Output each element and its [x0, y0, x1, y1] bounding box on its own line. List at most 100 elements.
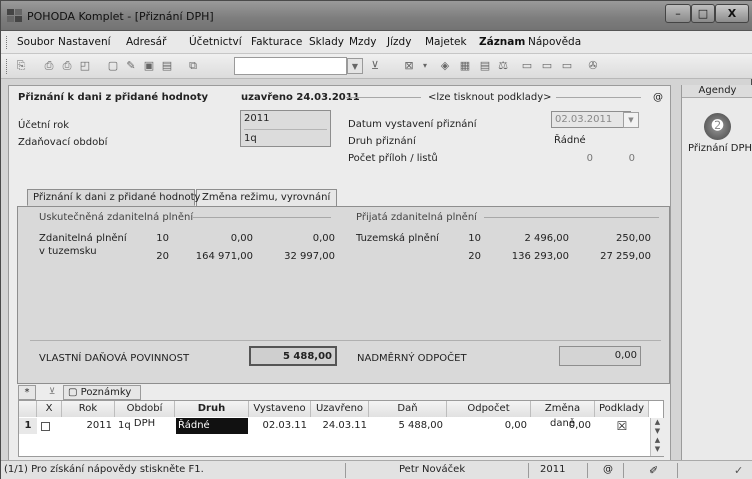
- context-icon[interactable]: ⎘: [13, 58, 29, 74]
- prijata-tax-20: 27 259,00: [600, 251, 651, 262]
- row-select-checkbox[interactable]: [41, 422, 50, 431]
- totals-divider: [30, 340, 661, 341]
- tuzemska-plneni-label: Tuzemská plnění: [356, 233, 439, 244]
- column-header-rok[interactable]: Rok: [62, 401, 115, 417]
- title-bar: POHODA Komplet - [Přiznání DPH] – □ X: [1, 1, 752, 31]
- select-icon[interactable]: ◈: [437, 58, 453, 74]
- column-header-uzavreno[interactable]: Uzavřeno: [311, 401, 369, 417]
- pocet-listu-value: 0: [628, 153, 635, 164]
- grid-corner: [19, 401, 37, 417]
- quick-search-dropdown-icon[interactable]: ▼: [347, 58, 363, 74]
- ucetni-rok-field: 2011 1q: [240, 110, 331, 147]
- column-header-x[interactable]: X: [37, 401, 62, 417]
- menu-jizdy[interactable]: Jízdy: [387, 36, 411, 48]
- copy-icon[interactable]: ⧉: [185, 58, 201, 74]
- vlastni-danova-povinnost-label: VLASTNÍ DAŇOVÁ POVINNOST: [39, 353, 190, 364]
- filter-dropdown-icon[interactable]: ▾: [417, 58, 433, 74]
- at-icon[interactable]: @: [653, 92, 663, 103]
- filter-tab-icon[interactable]: ⊻: [45, 387, 59, 399]
- grid-tab-poznamky[interactable]: ▢ Poznámky: [63, 385, 141, 400]
- cell-obdobi[interactable]: 1q: [118, 418, 173, 434]
- edit-icon[interactable]: ✎: [123, 58, 139, 74]
- column-header-druh[interactable]: Druh: [175, 401, 249, 417]
- records-table: X Rok Období DPH Druh Vystaveno Uzavřeno…: [18, 400, 664, 457]
- menu-mzdy[interactable]: Mzdy: [349, 36, 376, 48]
- ok-check-icon[interactable]: ✓: [734, 464, 743, 477]
- split-view-icon[interactable]: ▭: [559, 58, 575, 74]
- column-header-dan[interactable]: Daň: [369, 401, 447, 417]
- tab-priznani[interactable]: Přiznání k dani z přidané hodnoty: [27, 189, 200, 206]
- minimize-button[interactable]: –: [665, 4, 691, 23]
- status-bar: (1/1) Pro získání nápovědy stiskněte F1.…: [1, 460, 752, 479]
- menu-adresar[interactable]: Adresář: [126, 36, 166, 48]
- filter-icon[interactable]: ⊻: [367, 58, 383, 74]
- column-header-zmena-dane[interactable]: Změna daně: [531, 401, 595, 429]
- menu-bar: Soubor Nastavení Adresář Účetnictví Fakt…: [1, 31, 752, 54]
- menu-fakturace[interactable]: Fakturace: [251, 36, 302, 48]
- cell-vystaveno[interactable]: 02.03.11: [249, 418, 307, 434]
- row-number[interactable]: 1: [19, 418, 37, 434]
- edit-pen-icon[interactable]: ✐: [649, 464, 658, 477]
- accounting-icon[interactable]: ⚖: [495, 58, 511, 74]
- agendy-item-priznani-dph[interactable]: Přiznání DPH: [688, 143, 752, 154]
- zdanovaci-obdobi-value: 1q: [244, 133, 257, 144]
- cell-rok[interactable]: 2011: [62, 418, 112, 434]
- print-icon[interactable]: ⎙: [59, 58, 75, 74]
- table-icon[interactable]: ▦: [457, 58, 473, 74]
- menu-majetek[interactable]: Majetek: [425, 36, 467, 48]
- cell-druh-selected[interactable]: Řádné: [176, 418, 248, 434]
- calculator-icon[interactable]: ▤: [477, 58, 493, 74]
- list-view-icon[interactable]: ▭: [519, 58, 535, 74]
- status-separator: [528, 463, 529, 478]
- druh-priznani-value: Řádné: [554, 135, 586, 146]
- save-copy-icon[interactable]: ▤: [159, 58, 175, 74]
- cell-uzavreno[interactable]: 24.03.11: [311, 418, 367, 434]
- column-header-obdobi[interactable]: Období DPH: [115, 401, 175, 429]
- priznani-dph-icon[interactable]: ➋: [704, 113, 731, 140]
- help-icon[interactable]: ✇: [585, 58, 601, 74]
- ucetni-rok-label: Účetní rok: [18, 120, 69, 131]
- cell-odpocet[interactable]: 0,00: [447, 418, 527, 434]
- toolbar: ⎘ ⎙ ⎙ ◰ ▢ ✎ ▣ ▤ ⧉ ▼ ⊻ ⊠ ▾ ◈ ▦ ▤ ⚖ ▭ ▭ ▭ …: [1, 54, 752, 79]
- prijata-tax-10: 250,00: [616, 233, 651, 244]
- column-header-podklady[interactable]: Podklady: [595, 401, 649, 417]
- menu-soubor[interactable]: Soubor: [17, 36, 54, 48]
- quick-search-input[interactable]: [234, 57, 347, 75]
- group-divider: [484, 217, 659, 218]
- maximize-button[interactable]: □: [691, 4, 715, 23]
- menu-napoveda[interactable]: Nápověda: [528, 36, 581, 48]
- cancel-filter-icon[interactable]: ⊠: [401, 58, 417, 74]
- window-title: POHODA Komplet - [Přiznání DPH]: [27, 10, 214, 23]
- application-window: POHODA Komplet - [Přiznání DPH] – □ X So…: [0, 0, 752, 479]
- menu-zaznam[interactable]: Záznam: [479, 36, 525, 48]
- new-record-icon[interactable]: ▢: [105, 58, 121, 74]
- grid-tab-asterisk[interactable]: *: [18, 385, 36, 400]
- cell-podklady-checkbox[interactable]: ☒: [595, 418, 649, 434]
- close-button[interactable]: X: [715, 4, 749, 23]
- prijata-rate-10: 10: [468, 233, 481, 244]
- menu-ucetnictvi[interactable]: Účetnictví: [189, 36, 242, 48]
- cell-zmena-dane[interactable]: 0,00: [531, 418, 591, 434]
- agendy-title: Agendy: [682, 85, 752, 98]
- print-preview-icon[interactable]: ⎙: [41, 58, 57, 74]
- tab-zmena-rezimu[interactable]: Změna režimu, vyrovnání: [196, 189, 337, 206]
- status-separator: [623, 463, 624, 478]
- status-separator: [345, 463, 346, 478]
- datum-vystaveni-field[interactable]: 02.03.2011: [551, 111, 631, 128]
- column-header-vystaveno[interactable]: Vystaveno: [249, 401, 311, 417]
- date-dropdown-icon[interactable]: ▼: [623, 112, 639, 128]
- status-at-icon[interactable]: @: [603, 464, 613, 475]
- save-icon[interactable]: ▣: [141, 58, 157, 74]
- menu-nastaveni[interactable]: Nastavení: [58, 36, 111, 48]
- menu-sklady[interactable]: Sklady: [309, 36, 344, 48]
- grid-scrollbar[interactable]: ▲ ▼ ▲ ▼: [650, 418, 664, 456]
- form-view-icon[interactable]: ▭: [539, 58, 555, 74]
- pocet-priloh-value: 0: [586, 153, 593, 164]
- preview-icon[interactable]: ◰: [77, 58, 93, 74]
- status-separator: [587, 463, 588, 478]
- tax-20: 32 997,00: [284, 251, 335, 262]
- header-divider: [556, 97, 641, 98]
- agendy-sidebar: Agendy ➋ Přiznání DPH: [681, 85, 752, 477]
- cell-dan[interactable]: 5 488,00: [369, 418, 443, 434]
- column-header-odpocet[interactable]: Odpočet: [447, 401, 531, 417]
